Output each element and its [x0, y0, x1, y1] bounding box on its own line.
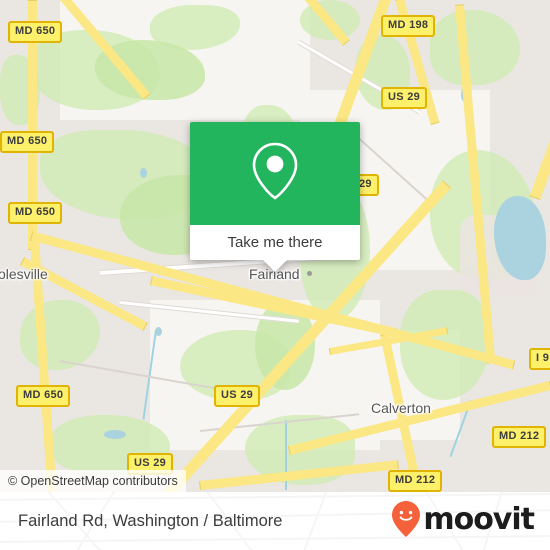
- pond-small-5: [104, 430, 126, 439]
- shield-us29-north: US 29: [381, 87, 428, 109]
- shield-md650-mid: MD 650: [0, 131, 55, 153]
- moovit-logo[interactable]: moovit: [391, 492, 535, 550]
- osm-attribution[interactable]: © OpenStreetMap contributors: [0, 470, 186, 492]
- place-label-calverton: Calverton: [371, 400, 431, 416]
- shield-i95: I 9: [529, 348, 550, 370]
- footer-bar: Fairland Rd, Washington / Baltimore moov…: [0, 492, 550, 550]
- shield-md198: MD 198: [381, 15, 436, 37]
- shield-us29-mid: US 29: [214, 385, 261, 407]
- moovit-pin-smile-icon: [391, 500, 421, 543]
- shield-md650-top: MD 650: [8, 21, 63, 43]
- take-me-there-button[interactable]: Take me there: [190, 225, 360, 260]
- pond-small-1: [140, 168, 147, 178]
- page-title: Fairland Rd, Washington / Baltimore: [18, 511, 283, 530]
- shield-md650-bottom: MD 650: [16, 385, 71, 407]
- location-popup[interactable]: Take me there: [190, 122, 360, 272]
- map-pin-icon: [249, 140, 301, 207]
- map-canvas[interactable]: olesville Fairland Calverton MD 650 MD 6…: [0, 0, 550, 492]
- place-dot-fairland: [307, 271, 312, 276]
- shield-md212-south: MD 212: [388, 470, 443, 492]
- place-label-burtonsville: olesville: [0, 266, 48, 282]
- shield-md650-lower: MD 650: [8, 202, 63, 224]
- moovit-wordmark: moovit: [423, 501, 535, 537]
- popup-tail-arrow: [263, 260, 287, 272]
- map-screenshot: olesville Fairland Calverton MD 650 MD 6…: [0, 0, 550, 550]
- shield-md212-east: MD 212: [492, 426, 547, 448]
- popup-image-area: [190, 122, 360, 225]
- park-polygon-ne2: [430, 10, 520, 85]
